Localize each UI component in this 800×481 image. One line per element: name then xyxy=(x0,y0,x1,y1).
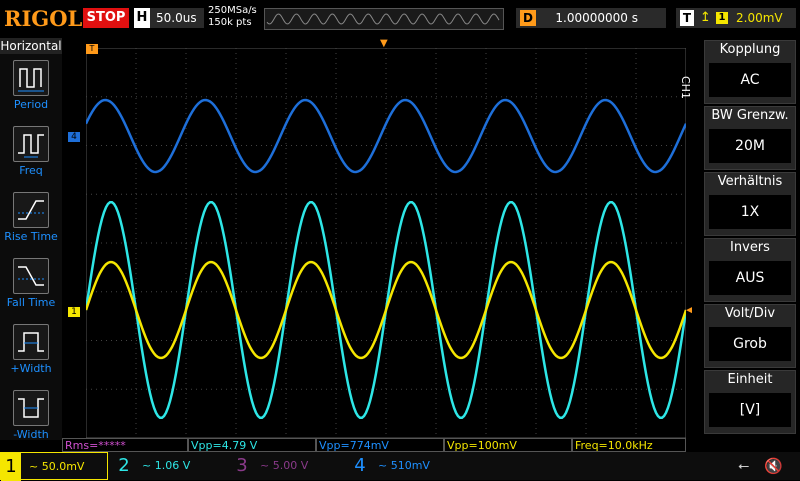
waveform-display[interactable] xyxy=(86,48,686,438)
coupling-value: AC xyxy=(709,63,791,97)
measure-menu: Horizontal Period Freq Rise Time Fall Ti… xyxy=(0,38,62,441)
delay-display[interactable]: D 1.00000000 s xyxy=(516,8,666,28)
measurement-item[interactable]: Vpp=100mV xyxy=(444,438,572,452)
memory-depth: 150k pts xyxy=(208,17,252,28)
acquisition-info: 250MSa/s 150k pts xyxy=(208,5,257,29)
ch1-scale: ~ 50.0mV xyxy=(29,460,85,473)
timebase-display[interactable]: H 50.0us xyxy=(134,8,204,28)
delay-value: 1.00000000 s xyxy=(555,11,638,25)
ch2-scale: ~ 1.06 V xyxy=(142,459,191,472)
measurement-item[interactable]: Vpp=774mV xyxy=(316,438,444,452)
pos-width-label: +Width xyxy=(10,362,52,375)
measure-pos-width-button[interactable]: +Width xyxy=(0,320,62,384)
trigger-source: 1 xyxy=(716,12,728,24)
measurement-item[interactable]: Freq=10.0kHz xyxy=(572,438,686,452)
ch4-status[interactable]: 4 ~ 510mV xyxy=(350,452,458,480)
speaker-muted-icon[interactable]: 🔇 xyxy=(764,457,783,475)
trigger-letter: T xyxy=(680,10,694,26)
ch1-offset-marker[interactable]: 1 xyxy=(68,307,80,317)
ch2-status[interactable]: 2 ~ 1.06 V xyxy=(114,452,222,480)
neg-width-icon xyxy=(13,390,49,426)
sample-rate: 250MSa/s xyxy=(208,5,257,16)
ch4-scale: ~ 510mV xyxy=(378,459,430,472)
bandwidth-limit-value: 20M xyxy=(709,129,791,163)
measure-rise-time-button[interactable]: Rise Time xyxy=(0,188,62,252)
measurement-item[interactable]: Vpp=4.79 V xyxy=(188,438,316,452)
menu-channel-tag: CH1 xyxy=(679,76,692,99)
measurement-bar: Rms=***** Vpp=4.79 V Vpp=774mV Vpp=100mV… xyxy=(62,438,686,452)
measurement-item[interactable]: Rms=***** xyxy=(62,438,188,452)
probe-ratio-value: 1X xyxy=(709,195,791,229)
ch1-status[interactable]: 1 ~ 50.0mV xyxy=(0,452,108,481)
fall-time-label: Fall Time xyxy=(6,296,56,309)
trigger-time-marker-icon[interactable]: ▼ xyxy=(380,38,388,49)
fall-time-icon xyxy=(13,258,49,294)
freq-icon xyxy=(13,126,49,162)
channel-menu: Kopplung ◀ AC BW Grenzw. 20M Verhältnis … xyxy=(692,38,800,440)
ch4-offset-marker[interactable]: 4 xyxy=(68,132,80,142)
volt-div-value: Grob xyxy=(709,327,791,361)
ch3-scale: ~ 5.00 V xyxy=(260,459,309,472)
rising-edge-icon: ↥ xyxy=(700,10,711,25)
trigger-position-marker[interactable]: T xyxy=(86,44,98,54)
period-icon xyxy=(13,60,49,96)
invert-label: Invers xyxy=(730,240,770,255)
unit-value: [V] xyxy=(709,393,791,427)
rise-time-label: Rise Time xyxy=(4,230,58,243)
probe-ratio-label: Verhältnis xyxy=(717,174,783,189)
usb-icon: ⭠ xyxy=(738,458,750,474)
period-label: Period xyxy=(13,98,49,111)
trigger-display[interactable]: T ↥ 1 2.00mV xyxy=(676,8,796,28)
neg-width-label: -Width xyxy=(13,428,49,441)
coupling-label: Kopplung xyxy=(719,42,781,57)
measure-neg-width-button[interactable]: -Width xyxy=(0,386,62,450)
bandwidth-limit-button[interactable]: BW Grenzw. 20M xyxy=(704,106,796,170)
ch1-number: 1 xyxy=(1,453,21,481)
ch3-number: 3 xyxy=(236,455,248,476)
ch4-number: 4 xyxy=(354,455,366,476)
ch3-status[interactable]: 3 ~ 5.00 V xyxy=(232,452,340,480)
measure-fall-time-button[interactable]: Fall Time xyxy=(0,254,62,318)
brand-logo: RIGOL xyxy=(4,6,83,31)
measure-period-button[interactable]: Period xyxy=(0,56,62,120)
timebase-value: 50.0us xyxy=(156,11,197,25)
probe-ratio-button[interactable]: Verhältnis ◀ 1X xyxy=(704,172,796,236)
invert-button[interactable]: Invers AUS xyxy=(704,238,796,302)
invert-value: AUS xyxy=(709,261,791,295)
volt-div-button[interactable]: Volt/Div Grob xyxy=(704,304,796,368)
rise-time-icon xyxy=(13,192,49,228)
memory-overview xyxy=(264,8,504,30)
volt-div-label: Volt/Div xyxy=(724,306,776,321)
delay-letter: D xyxy=(520,10,536,26)
coupling-button[interactable]: Kopplung ◀ AC xyxy=(704,40,796,104)
unit-label: Einheit xyxy=(727,372,773,387)
pos-width-icon xyxy=(13,324,49,360)
unit-button[interactable]: Einheit ◀ [V] xyxy=(704,370,796,434)
trigger-level: 2.00mV xyxy=(736,11,783,25)
measure-freq-button[interactable]: Freq xyxy=(0,122,62,186)
freq-label: Freq xyxy=(19,164,43,177)
bandwidth-limit-label: BW Grenzw. xyxy=(711,108,789,123)
measure-menu-title: Horizontal xyxy=(0,38,62,54)
channel-status-bar: 1 ~ 50.0mV 2 ~ 1.06 V 3 ~ 5.00 V 4 ~ 510… xyxy=(0,452,800,481)
timebase-letter: H xyxy=(134,8,150,28)
run-stop-status[interactable]: STOP xyxy=(83,8,129,28)
ch2-number: 2 xyxy=(118,455,130,476)
